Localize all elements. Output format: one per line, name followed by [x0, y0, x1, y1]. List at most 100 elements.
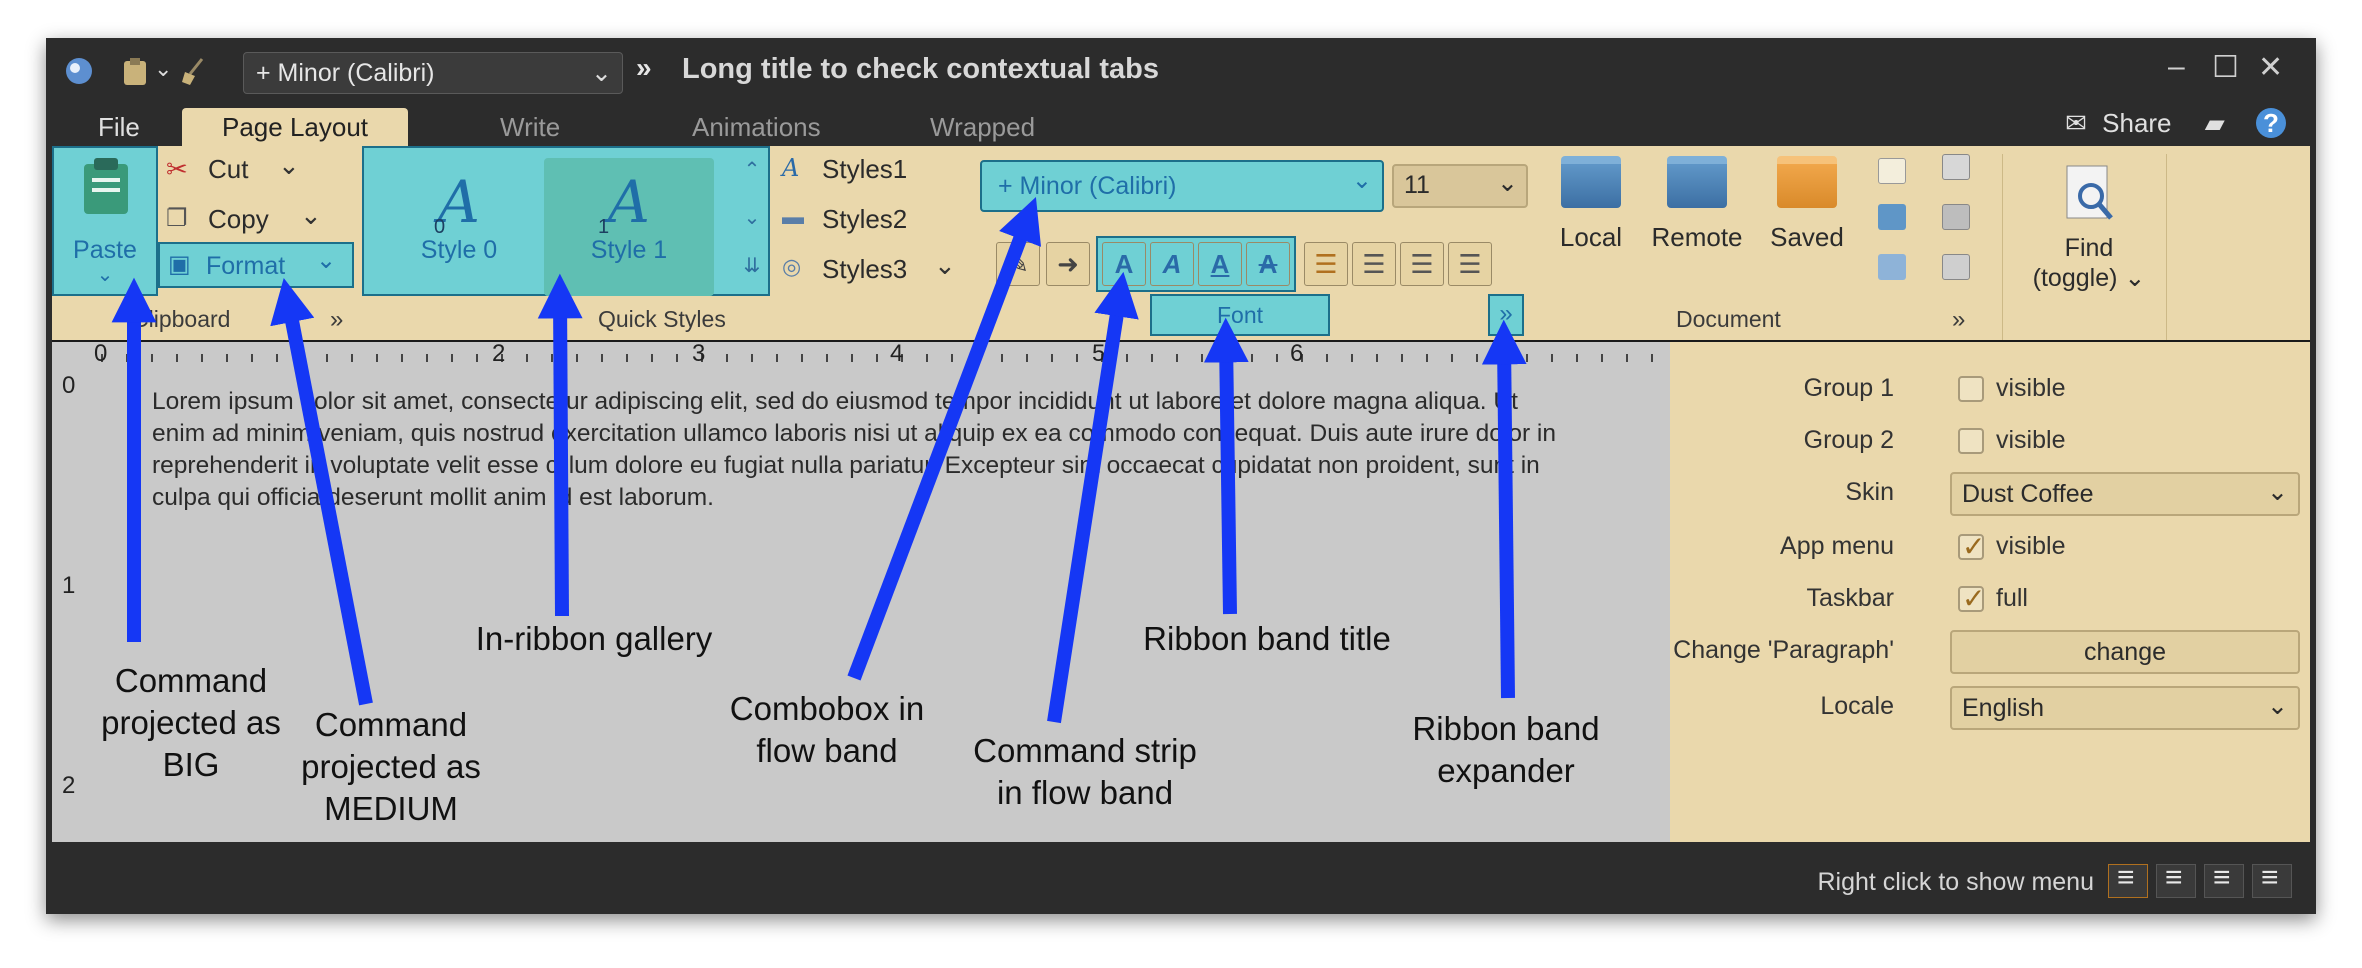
folder-icon	[1561, 156, 1621, 208]
printer-settings-icon[interactable]	[1942, 204, 1970, 230]
saved-label: Saved	[1770, 222, 1844, 252]
tab-animations[interactable]: Animations	[692, 108, 821, 146]
font-combo-titlebar[interactable]: + Minor (Calibri) ⌄	[243, 52, 623, 94]
group2-label: Group 2	[1803, 426, 1894, 454]
align-center-button[interactable]: ☰	[1352, 242, 1396, 286]
globe-icon[interactable]	[64, 56, 94, 86]
format-painter-icon: ▣	[168, 251, 191, 278]
quick-styles-band-title: Quick Styles	[598, 306, 726, 332]
find-label: Find	[2064, 234, 2114, 262]
preview-icon[interactable]	[1942, 254, 1970, 280]
taskbar-row: Taskbar full	[1670, 576, 2310, 620]
local-button[interactable]: Local	[1536, 156, 1646, 253]
copy-icon: ❐	[166, 205, 188, 232]
group2-checkbox-label: visible	[1996, 426, 2066, 454]
chevron-down-icon: ⌄	[1351, 167, 1372, 194]
gallery-item-label: Style 0	[420, 236, 498, 264]
annotation-combobox: Combobox in flow band	[729, 690, 925, 769]
gallery-scroll-down-button[interactable]: ⌄	[737, 198, 767, 238]
change-button[interactable]: change	[1950, 630, 2300, 674]
comment-icon[interactable]: ▰	[2205, 108, 2225, 138]
window-title: Long title to check contextual tabs	[682, 53, 1159, 85]
styles3-button[interactable]: ◎ Styles3 ⌄	[782, 250, 956, 284]
styles2-button[interactable]: ▬ Styles2	[782, 204, 907, 234]
format-button[interactable]: ▣ Format ⌄	[158, 242, 354, 288]
open-folder-icon[interactable]	[1878, 204, 1906, 230]
taskbar-label: Taskbar	[1806, 584, 1894, 612]
tab-wrapped[interactable]: Wrapped	[930, 108, 1035, 146]
network-folder-icon	[1667, 156, 1727, 208]
align-right-button[interactable]: ☰	[1400, 242, 1444, 286]
clipboard-expander[interactable]: »	[330, 306, 343, 334]
italic-button[interactable]: A	[1150, 242, 1194, 286]
view-mode-2-button[interactable]	[2156, 861, 2196, 898]
document-text[interactable]: Lorem ipsum dolor sit amet, consectetur …	[152, 386, 1572, 514]
saved-button[interactable]: Saved	[1752, 156, 1862, 253]
ruler-label: 0	[94, 340, 108, 367]
styles1-label: Styles1	[822, 154, 908, 184]
gallery-item-style-1[interactable]: A 1 Style 1	[544, 158, 714, 296]
group1-checkbox[interactable]	[1958, 376, 1984, 402]
align-justify-button[interactable]: ☰	[1448, 242, 1492, 286]
ruler-label: 1	[62, 572, 76, 599]
scanner-icon[interactable]	[1878, 254, 1906, 280]
locale-select[interactable]: English ⌄	[1950, 686, 2300, 730]
view-mode-4-button[interactable]	[2252, 861, 2292, 898]
close-button[interactable]: ✕	[2258, 50, 2283, 85]
skin-label: Skin	[1845, 478, 1894, 506]
clipboard-icon[interactable]	[120, 56, 150, 86]
ruler-label: 2	[492, 340, 506, 367]
status-text: Right click to show menu	[1817, 868, 2094, 896]
share-icon[interactable]: ✉	[2065, 108, 2087, 138]
taskbar-checkbox[interactable]	[1958, 582, 1985, 615]
gallery-item-style-0[interactable]: A 0 Style 0	[374, 158, 544, 296]
share-button[interactable]: Share	[2102, 108, 2171, 138]
tab-file[interactable]: File	[98, 108, 140, 146]
style-glyph: A	[608, 168, 650, 236]
app-menu-label: App menu	[1780, 532, 1894, 560]
paste-button[interactable]: Paste ⌄	[52, 146, 158, 296]
gallery-expand-button[interactable]: ⇊	[737, 246, 767, 286]
broom-icon[interactable]	[180, 56, 210, 86]
cut-button[interactable]: ✂ Cut ⌄	[166, 150, 300, 188]
group2-checkbox[interactable]	[1958, 428, 1984, 454]
vertical-ruler: 0 1 2	[52, 366, 76, 842]
tab-write[interactable]: Write	[500, 108, 560, 146]
font-band-expander[interactable]: »	[1488, 294, 1524, 336]
app-menu-checkbox[interactable]	[1958, 530, 1985, 563]
print-icon[interactable]	[1942, 154, 1970, 180]
font-family-combobox[interactable]: + Minor (Calibri) ⌄	[980, 160, 1384, 212]
skin-select[interactable]: Dust Coffee ⌄	[1950, 472, 2300, 516]
strikethrough-button[interactable]: A	[1246, 242, 1290, 286]
ruler-label: 3	[692, 340, 706, 367]
find-toggle-button[interactable]: Find (toggle) ⌄	[2014, 156, 2164, 336]
minimize-button[interactable]: –	[2168, 50, 2185, 84]
in-ribbon-gallery[interactable]: A 0 Style 0 A 1 Style 1	[362, 146, 770, 296]
more-commands-button[interactable]: »	[636, 52, 652, 84]
tab-page-layout[interactable]: Page Layout	[182, 108, 409, 146]
underline-button[interactable]: A	[1198, 242, 1242, 286]
maximize-button[interactable]: ☐	[2212, 50, 2239, 85]
bold-button[interactable]: A	[1102, 242, 1146, 286]
copy-button[interactable]: ❐ Copy ⌄	[166, 200, 326, 238]
font-size-combobox[interactable]: 11 ⌄	[1392, 164, 1528, 208]
command-strip: A A A A	[1096, 236, 1296, 292]
horizontal-ruler: 0 1 2 3 4 5 6 7	[52, 340, 1670, 367]
clear-format-button[interactable]: ✎	[996, 242, 1040, 286]
view-mode-3-button[interactable]	[2204, 861, 2244, 898]
change-paragraph-label: Change 'Paragraph'	[1673, 636, 1894, 664]
gallery-scroll-up-button[interactable]: ⌃	[737, 150, 767, 190]
chevron-down-icon: ⌄	[1497, 169, 1518, 197]
locale-label: Locale	[1820, 692, 1894, 720]
paste-format-button[interactable]: ➜	[1046, 242, 1090, 286]
view-mode-1-button[interactable]	[2108, 861, 2148, 898]
remote-button[interactable]: Remote	[1642, 156, 1752, 253]
help-icon[interactable]: ?	[2256, 108, 2286, 138]
align-left-button[interactable]: ☰	[1304, 242, 1348, 286]
styles1-button[interactable]: A Styles1	[782, 154, 907, 184]
new-document-icon[interactable]	[1878, 158, 1906, 184]
document-band-expander[interactable]: »	[1952, 306, 1965, 334]
chevron-down-icon: ⌄	[591, 59, 612, 87]
annotation-big: Command projected as BIG	[101, 662, 281, 783]
annotation-expander: Ribbon band expander	[1412, 710, 1600, 789]
